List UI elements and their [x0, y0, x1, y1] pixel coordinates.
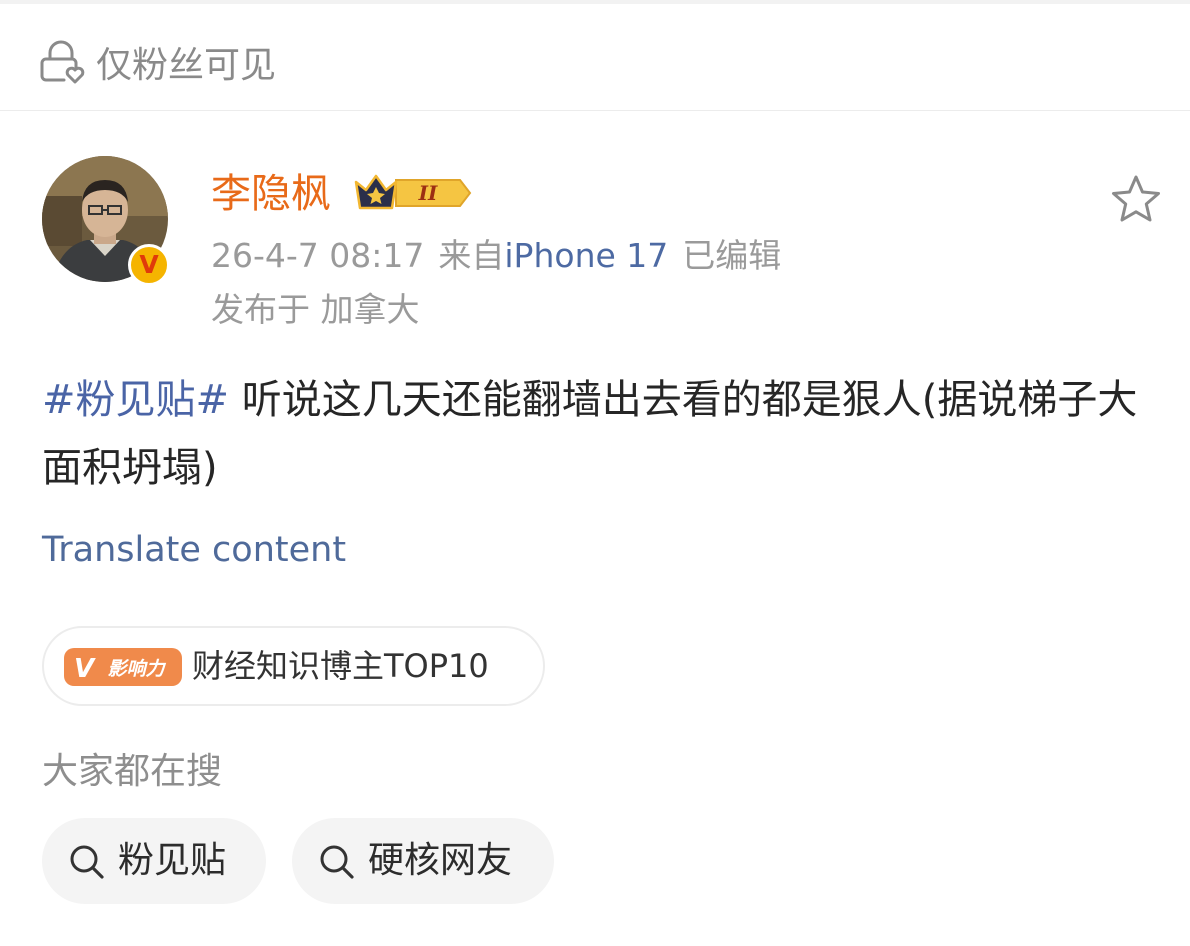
topic-link[interactable]: #粉见贴#: [42, 377, 229, 423]
search-chip-label: 粉见贴: [118, 840, 227, 881]
post-content: #粉见贴# 听说这几天还能翻墙出去看的都是狠人(据说梯子大面积坍塌): [42, 366, 1152, 502]
post-location: 发布于 加拿大: [211, 290, 420, 329]
influence-badge-text: 影响力: [107, 658, 166, 680]
lock-heart-icon: [40, 40, 85, 84]
star-icon[interactable]: [1108, 172, 1164, 228]
search-icon: [70, 845, 104, 879]
level-badge-text: II: [418, 181, 438, 205]
post-time: 26-4-7 08:17: [211, 236, 425, 275]
device-link[interactable]: iPhone 17: [504, 236, 668, 275]
search-chip-fenjiantie[interactable]: 粉见贴: [42, 818, 266, 904]
visibility-label: 仅粉丝可见: [96, 45, 277, 86]
verified-badge: V: [128, 244, 170, 286]
crown-level-badge[interactable]: II: [352, 170, 472, 216]
search-chip-label: 硬核网友: [368, 840, 513, 881]
search-icon: [320, 845, 354, 879]
influence-badge: V 影响力: [64, 648, 182, 686]
edited-label[interactable]: 已编辑: [682, 236, 781, 275]
visibility-bar: 仅粉丝可见: [0, 4, 1190, 111]
search-heading: 大家都在搜: [42, 751, 223, 792]
search-chip-yinghewangyou[interactable]: 硬核网友: [292, 818, 554, 904]
influence-badge-v: V: [74, 654, 96, 684]
author-name[interactable]: 李隐枫: [211, 168, 331, 220]
influence-chip[interactable]: V 影响力 财经知识博主TOP10: [42, 626, 545, 706]
post-meta: 26-4-7 08:17 来自iPhone 17 已编辑: [211, 234, 781, 278]
translate-link[interactable]: Translate content: [42, 526, 346, 574]
source-prefix: 来自: [438, 236, 505, 275]
influence-label: 财经知识博主TOP10: [192, 647, 489, 685]
